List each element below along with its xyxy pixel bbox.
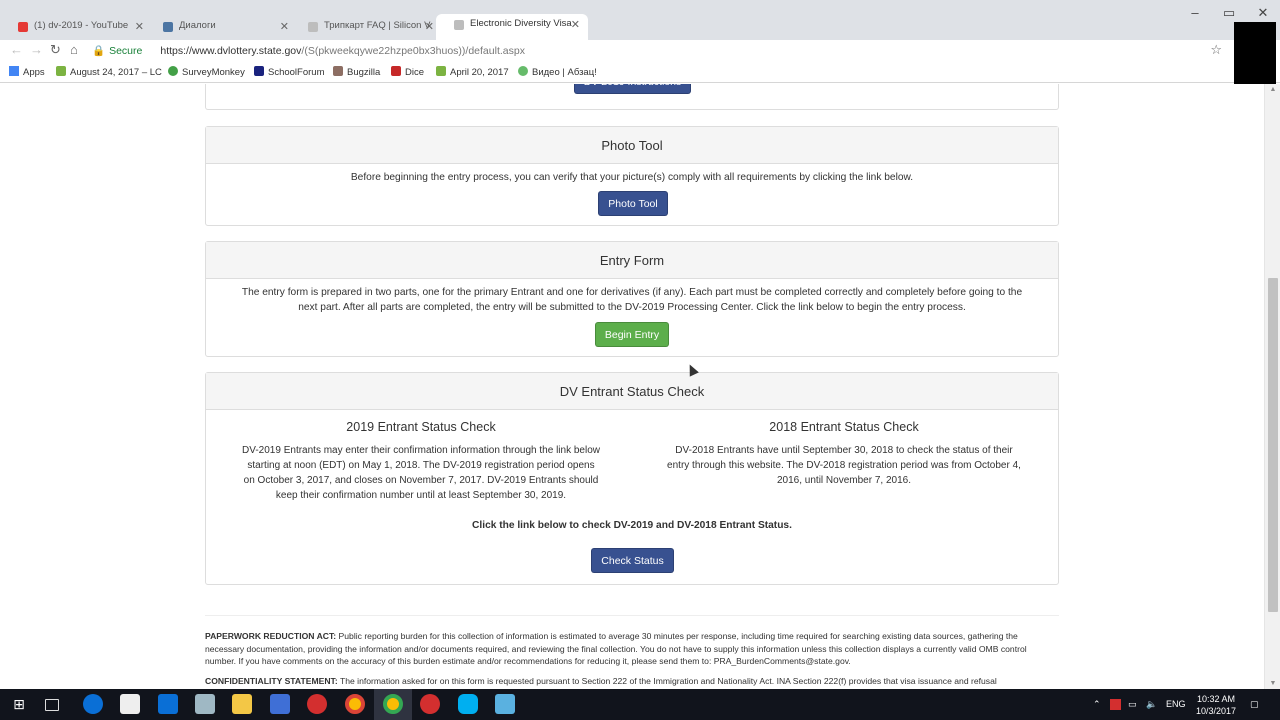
network-icon[interactable]: ▭ [1128,699,1137,710]
scroll-thumb[interactable] [1268,278,1278,612]
bookmark-icon [56,66,66,76]
bookmark-april20[interactable]: April 20, 2017 [436,66,509,78]
app-blue-icon[interactable] [270,694,290,714]
outlook-icon[interactable] [158,694,178,714]
check-status-button[interactable]: Check Status [591,548,674,573]
chrome-active-icon[interactable] [383,694,403,714]
photo-tool-button[interactable]: Photo Tool [598,191,668,216]
scroll-down-icon[interactable]: ▼ [1265,680,1280,687]
status-2019-text: DV-2019 Entrants may enter their confirm… [242,445,600,501]
opera-icon[interactable] [307,694,327,714]
app-icon[interactable] [195,694,215,714]
close-icon[interactable]: ✕ [425,20,434,33]
store-icon[interactable] [120,694,140,714]
tab-dialogs[interactable]: Диалоги ✕ [145,16,297,38]
chrome-icon[interactable] [345,694,365,714]
close-icon[interactable]: ✕ [280,20,289,33]
file-explorer-icon[interactable] [232,694,252,714]
vk-icon [163,22,173,32]
task-view-icon[interactable] [45,699,59,711]
begin-entry-button[interactable]: Begin Entry [595,322,669,347]
bookmark-aug24[interactable]: August 24, 2017 – LC [56,66,162,78]
divider [205,615,1059,616]
skype-icon[interactable] [458,694,478,714]
dice-icon [391,66,401,76]
instructions-panel: DV-2019 Instructions [205,84,1059,110]
lock-icon: 🔒 [92,45,106,57]
page-icon [454,20,464,30]
notifications-icon[interactable]: ▢ [1250,699,1259,710]
browser-tab-strip: (1) dv-2019 - YouTube ✕ Диалоги ✕ Трипка… [0,0,1280,40]
bugzilla-icon [333,66,343,76]
page-content: DV-2019 Instructions Photo Tool Before b… [0,84,1264,689]
reload-icon[interactable]: ↻ [50,42,61,58]
settings-app-icon[interactable] [495,694,515,714]
tab-faq[interactable]: Трипкарт FAQ | Silicon V ✕ [290,16,442,38]
tray-chevron-icon[interactable]: ⌃ [1093,699,1101,710]
url-field[interactable]: 🔒 Secure https://www.dvlottery.state.gov/(… [92,41,1224,60]
entry-form-text-line1: The entry form is prepared in two parts,… [241,287,1023,298]
language-indicator[interactable]: ENG [1166,699,1186,709]
bookmark-star-icon[interactable]: ☆ [1210,42,1222,58]
tray-app-icon[interactable] [1110,699,1121,710]
home-icon[interactable]: ⌂ [70,42,78,57]
bookmark-icon [436,66,446,76]
forward-icon[interactable]: → [30,42,43,57]
confidentiality-statement: CONFIDENTIALITY STATEMENT: The informati… [205,676,997,686]
entry-form-text-line2: next part. After all parts are completed… [298,302,966,313]
minimize-icon[interactable]: – [1178,0,1212,26]
bookmarks-bar: Apps August 24, 2017 – LC SurveyMonkey S… [0,61,1280,83]
back-icon[interactable]: ← [10,42,23,57]
bookmark-schoolforum[interactable]: SchoolForum [254,66,325,78]
photo-tool-text: Before beginning the entry process, you … [350,172,914,183]
close-icon[interactable]: ✕ [571,18,580,31]
windows-start-icon[interactable]: ⊞ [9,694,29,714]
page-scrollbar[interactable]: ▲ ▼ [1264,84,1280,689]
scroll-up-icon[interactable]: ▲ [1265,86,1280,93]
status-check-heading: DV Entrant Status Check [206,373,1058,410]
bookmark-video-abzac[interactable]: Видео | Абзац! [518,66,597,78]
edge-icon[interactable] [83,694,103,714]
bookmark-surveymonkey[interactable]: SurveyMonkey [168,66,245,78]
windows-taskbar: ⊞ ⌃ ▭ 🔈 ENG 10:32 AM 10/3/2017 ▢ [0,689,1280,720]
entry-form-panel: Entry Form The entry form is prepared in… [205,241,1059,357]
bookmark-apps[interactable]: Apps [9,66,45,78]
bookmark-dice[interactable]: Dice [391,66,424,78]
bookmark-bugzilla[interactable]: Bugzilla [333,66,380,78]
status-2018-title: 2018 Entrant Status Check [769,420,919,434]
youtube-icon [18,22,28,32]
paperwork-reduction-act: PAPERWORK REDUCTION ACT: Public reportin… [205,631,1027,666]
photo-tool-panel: Photo Tool Before beginning the entry pr… [205,126,1059,226]
close-icon[interactable]: ✕ [135,20,144,33]
entry-form-heading: Entry Form [206,242,1058,279]
volume-icon[interactable]: 🔈 [1146,699,1157,710]
abzac-icon [518,66,528,76]
taskbar-clock[interactable]: 10:32 AM 10/3/2017 [1196,693,1236,717]
status-2018-text: DV-2018 Entrants have until September 30… [667,445,1021,486]
schoolforum-icon [254,66,264,76]
apps-grid-icon [9,66,19,76]
tab-youtube[interactable]: (1) dv-2019 - YouTube ✕ [0,16,152,38]
tab-diversity-visa[interactable]: Electronic Diversity Visa ✕ [436,14,588,40]
opera-2-icon[interactable] [420,694,440,714]
photo-tool-heading: Photo Tool [206,127,1058,164]
instructions-button[interactable]: DV-2019 Instructions [574,84,691,94]
status-check-instruction: Click the link below to check DV-2019 an… [472,520,792,531]
address-bar-row: ← → ↻ ⌂ 🔒 Secure https://www.dvlottery.sta… [0,40,1280,61]
surveymonkey-icon [168,66,178,76]
page-icon [308,22,318,32]
status-check-panel: DV Entrant Status Check 2019 Entrant Sta… [205,372,1059,585]
status-2019-title: 2019 Entrant Status Check [346,420,496,434]
